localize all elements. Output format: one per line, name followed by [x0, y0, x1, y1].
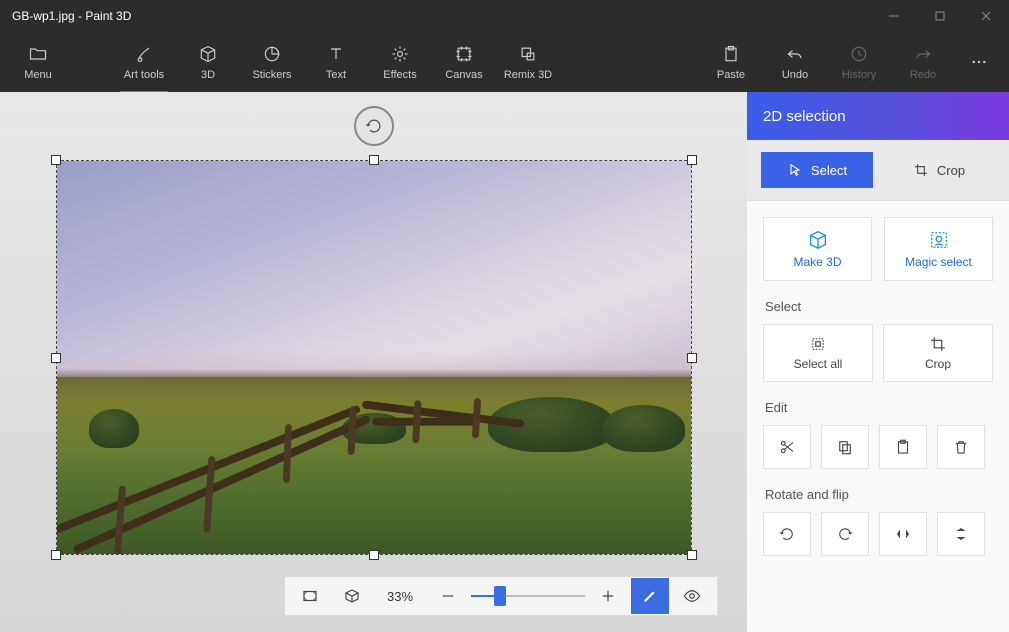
view-3d-button[interactable] — [333, 578, 371, 614]
top-ribbon: Menu Art tools 3D Stickers Text Effects … — [0, 32, 1009, 92]
delete-button[interactable] — [937, 425, 985, 469]
folder-icon — [28, 43, 48, 65]
undo-icon — [785, 43, 805, 65]
canvas-workspace[interactable]: 33% — [0, 92, 747, 632]
cube-icon — [198, 43, 218, 65]
magic-select-button[interactable]: Magic select — [884, 217, 993, 281]
handle-top-left[interactable] — [51, 155, 61, 165]
ribbon-menu[interactable]: Menu — [6, 32, 70, 92]
zoom-slider[interactable] — [471, 586, 585, 606]
trash-icon — [952, 438, 970, 456]
paste-button[interactable] — [879, 425, 927, 469]
ribbon-art-tools[interactable]: Art tools — [112, 32, 176, 92]
ribbon-history[interactable]: History — [827, 32, 891, 92]
mode-tabs: Select Crop — [747, 140, 1009, 201]
ribbon-remix-3d[interactable]: Remix 3D — [496, 32, 560, 92]
fit-screen-button[interactable] — [291, 578, 329, 614]
handle-bottom[interactable] — [369, 550, 379, 560]
cut-button[interactable] — [763, 425, 811, 469]
view-mode-button[interactable] — [673, 578, 711, 614]
rotate-left-button[interactable] — [763, 512, 811, 556]
ribbon-undo[interactable]: Undo — [763, 32, 827, 92]
text-icon — [326, 43, 346, 65]
zoom-percent-label: 33% — [375, 589, 425, 604]
canvas-icon — [454, 43, 474, 65]
ribbon-text[interactable]: Text — [304, 32, 368, 92]
rotate-right-icon — [836, 525, 854, 543]
rotate-handle[interactable] — [354, 106, 394, 146]
crop-icon — [929, 335, 947, 353]
handle-top[interactable] — [369, 155, 379, 165]
zoom-toolbar: 33% — [284, 576, 718, 616]
handle-right[interactable] — [687, 353, 697, 363]
remix-icon — [518, 43, 538, 65]
crop-icon — [913, 162, 929, 178]
rotate-right-button[interactable] — [821, 512, 869, 556]
select-all-icon — [809, 335, 827, 353]
history-icon — [849, 43, 869, 65]
zoom-in-button[interactable] — [589, 578, 627, 614]
zoom-out-button[interactable] — [429, 578, 467, 614]
tab-select[interactable]: Select — [761, 152, 873, 188]
scissors-icon — [778, 438, 796, 456]
ribbon-more-button[interactable] — [955, 32, 1003, 92]
cursor-icon — [787, 162, 803, 178]
window-minimize-button[interactable] — [871, 0, 917, 32]
ribbon-stickers[interactable]: Stickers — [240, 32, 304, 92]
magic-select-icon — [928, 229, 950, 251]
brush-icon — [134, 43, 154, 65]
window-titlebar: GB-wp1.jpg - Paint 3D — [0, 0, 1009, 32]
selection-marquee — [56, 160, 692, 555]
handle-left[interactable] — [51, 353, 61, 363]
copy-icon — [836, 438, 854, 456]
cube-icon — [807, 229, 829, 251]
ribbon-redo[interactable]: Redo — [891, 32, 955, 92]
edit-mode-button[interactable] — [631, 578, 669, 614]
handle-bottom-left[interactable] — [51, 550, 61, 560]
handle-bottom-right[interactable] — [687, 550, 697, 560]
section-label-select: Select — [765, 299, 993, 314]
selection-box[interactable] — [56, 160, 692, 555]
copy-button[interactable] — [821, 425, 869, 469]
flip-horizontal-button[interactable] — [879, 512, 927, 556]
handle-top-right[interactable] — [687, 155, 697, 165]
make-3d-button[interactable]: Make 3D — [763, 217, 872, 281]
ribbon-3d[interactable]: 3D — [176, 32, 240, 92]
tab-crop[interactable]: Crop — [883, 152, 995, 188]
paste-icon — [894, 438, 912, 456]
window-controls — [871, 0, 1009, 32]
paste-icon — [721, 43, 741, 65]
section-label-edit: Edit — [765, 400, 993, 415]
sticker-icon — [262, 43, 282, 65]
effects-icon — [390, 43, 410, 65]
window-title: GB-wp1.jpg - Paint 3D — [0, 9, 131, 23]
redo-icon — [913, 43, 933, 65]
side-panel-header: 2D selection — [747, 92, 1009, 140]
side-panel: 2D selection Select Crop Make 3D Magic s… — [747, 92, 1009, 632]
window-maximize-button[interactable] — [917, 0, 963, 32]
ribbon-paste[interactable]: Paste — [699, 32, 763, 92]
select-all-button[interactable]: Select all — [763, 324, 873, 382]
section-label-rotate: Rotate and flip — [765, 487, 993, 502]
flip-horizontal-icon — [894, 525, 912, 543]
crop-button[interactable]: Crop — [883, 324, 993, 382]
rotate-left-icon — [778, 525, 796, 543]
flip-vertical-icon — [952, 525, 970, 543]
ribbon-effects[interactable]: Effects — [368, 32, 432, 92]
window-close-button[interactable] — [963, 0, 1009, 32]
flip-vertical-button[interactable] — [937, 512, 985, 556]
ribbon-canvas[interactable]: Canvas — [432, 32, 496, 92]
